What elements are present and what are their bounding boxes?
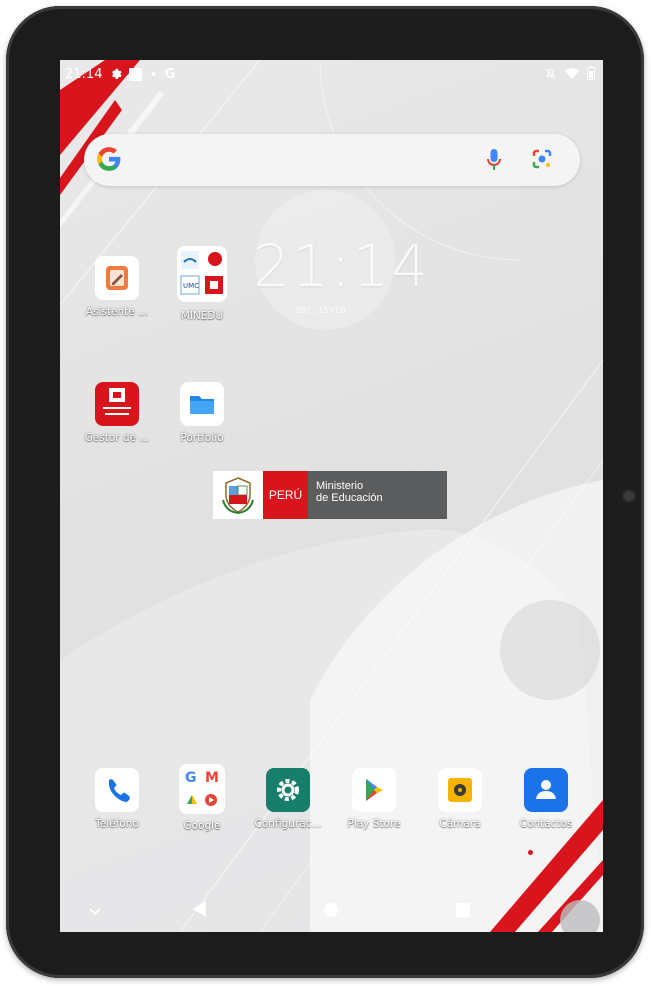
back-icon[interactable]	[191, 900, 207, 922]
app-asistente[interactable]: Asistente ...	[74, 256, 160, 318]
app-label: MINEDU	[180, 310, 224, 322]
status-time: 21:14	[65, 67, 103, 82]
app-label: Play Store	[347, 818, 401, 830]
home-screen: 21:14 • G 21:14 20?., 15 FEB Asistente .…	[60, 60, 603, 932]
app-portfolio[interactable]: Portfolio	[159, 382, 245, 444]
navigation-bar	[60, 884, 603, 932]
banner-peru-label: PERÚ	[263, 471, 308, 519]
app-label: Configurac...	[254, 818, 322, 830]
settings-gear-icon	[266, 768, 310, 812]
app-label: Google	[183, 820, 221, 832]
camera-icon	[438, 768, 482, 812]
banner-ministry: Ministerio de Educación	[308, 471, 447, 519]
google-folder-icon: G M	[179, 764, 225, 814]
app-label: Gestor de ...	[84, 432, 150, 444]
svg-text:M: M	[205, 770, 219, 786]
dock-app-google-folder[interactable]: G M Google	[159, 764, 245, 832]
status-bar: 21:14 • G	[60, 60, 603, 90]
folder-icon: UMC	[177, 246, 227, 302]
app-label: Portfolio	[180, 432, 224, 444]
banner-ministry-line2: de Educación	[316, 492, 383, 504]
app-minedu-folder[interactable]: UMC MINEDU	[159, 246, 245, 322]
svg-text:UMC: UMC	[183, 282, 199, 290]
google-g-icon	[96, 146, 122, 176]
dock-app-camara[interactable]: Cámara	[417, 768, 503, 830]
dot-icon: •	[149, 66, 158, 83]
dock-app-telefono[interactable]: Teléfono	[74, 768, 160, 830]
wifi-icon	[565, 67, 579, 84]
page-indicator-dot	[528, 850, 533, 855]
app-gestor-contenidos[interactable]: Gestor de ...	[74, 382, 160, 444]
assistant-icon	[95, 256, 139, 300]
banner-ministry-line1: Ministerio	[316, 480, 364, 492]
battery-icon	[587, 66, 595, 84]
microphone-icon[interactable]	[487, 149, 501, 175]
app-label: Cámara	[439, 818, 481, 830]
folder-blue-icon	[180, 382, 224, 426]
front-camera	[622, 489, 636, 503]
clock-widget-time[interactable]: 21:14	[253, 232, 430, 300]
home-icon[interactable]	[324, 902, 338, 921]
minedu-banner[interactable]: PERÚ Ministerio de Educación	[213, 471, 447, 519]
phone-icon	[95, 768, 139, 812]
mute-icon	[544, 67, 557, 84]
content-manager-icon	[95, 382, 139, 426]
app-label: Contactos	[519, 818, 573, 830]
contacts-icon	[524, 768, 568, 812]
google-lens-icon[interactable]	[531, 148, 553, 174]
play-store-icon	[352, 768, 396, 812]
google-g-icon: G	[164, 67, 176, 82]
app-label: Asistente ...	[85, 306, 149, 318]
svg-text:G: G	[185, 770, 197, 786]
google-search-bar[interactable]	[84, 134, 580, 186]
app-label: Teléfono	[95, 818, 139, 830]
settings-icon	[109, 66, 123, 83]
peru-shield-icon	[213, 471, 263, 519]
recents-icon[interactable]	[456, 902, 470, 921]
dock-app-play-store[interactable]: Play Store	[331, 768, 417, 830]
chevron-down-icon[interactable]	[88, 902, 102, 921]
clock-widget-date: 20?., 15 FEB	[296, 306, 346, 315]
dock-app-contactos[interactable]: Contactos	[503, 768, 589, 830]
notification-square-icon	[129, 68, 143, 81]
dock-app-configuracion[interactable]: Configurac...	[245, 768, 331, 830]
